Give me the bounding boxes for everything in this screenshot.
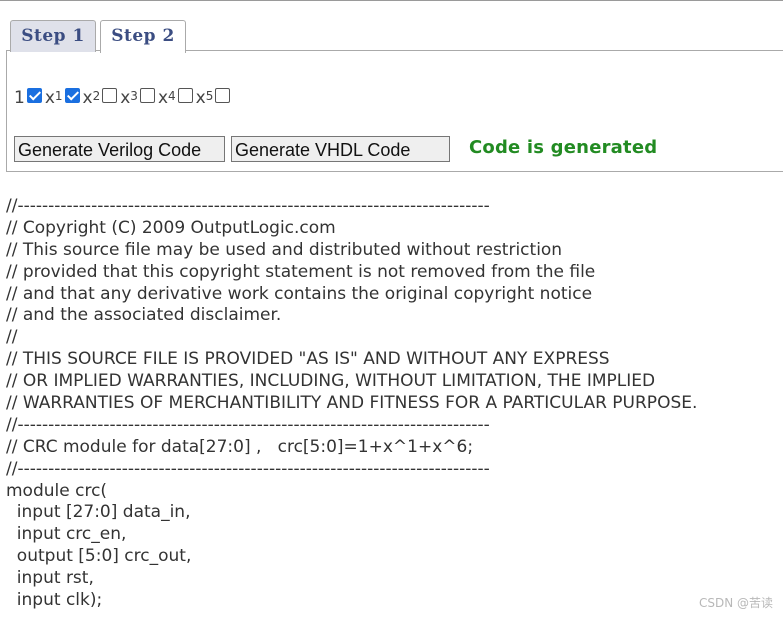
term-exponent: 3 [130, 89, 138, 103]
top-divider [0, 0, 783, 1]
code-line: // OR IMPLIED WARRANTIES, INCLUDING, WIT… [6, 371, 656, 392]
generate-verilog-button[interactable]: Generate Verilog Code [14, 136, 225, 162]
code-line: // THIS SOURCE FILE IS PROVIDED "AS IS" … [6, 349, 610, 370]
term-x1: x1 [45, 88, 63, 108]
term-x2-checkbox[interactable] [102, 87, 118, 103]
term-label: x [195, 88, 206, 108]
code-line: //--------------------------------------… [6, 196, 490, 216]
term-x1-checkbox[interactable] [64, 87, 80, 103]
tab-step-2[interactable]: Step 2 [100, 20, 186, 53]
term-label: x [120, 88, 131, 108]
code-line: input [27:0] data_in, [6, 502, 191, 523]
code-line: // and the associated disclaimer. [6, 305, 282, 326]
term-1: 1 [14, 88, 25, 108]
code-line: // Copyright (C) 2009 OutputLogic.com [6, 217, 336, 238]
code-line: input rst, [6, 568, 94, 589]
code-line: // and that any derivative work contains… [6, 283, 593, 304]
term-x4-checkbox[interactable] [177, 87, 193, 103]
code-line: input clk); [6, 590, 103, 611]
status-message: Code is generated [469, 137, 658, 158]
term-exponent: 2 [92, 89, 101, 103]
code-line: // [6, 327, 18, 348]
term-x2: x2 [83, 88, 101, 108]
term-1-checkbox[interactable] [26, 87, 42, 103]
term-exponent: 1 [54, 89, 63, 103]
code-line: // CRC module for data[27:0] , crc[5:0]=… [6, 436, 474, 457]
watermark: CSDN @苦读 [698, 596, 773, 610]
code-line: // This source file may be used and dist… [6, 239, 563, 260]
term-label: x [82, 88, 93, 108]
term-x4: x4 [158, 88, 176, 108]
generate-vhdl-button[interactable]: Generate VHDL Code [231, 136, 450, 162]
term-exponent: 5 [205, 89, 214, 103]
term-label: x [44, 88, 55, 108]
term-x3-checkbox[interactable] [139, 87, 155, 103]
term-x5-checkbox[interactable] [215, 87, 231, 103]
term-label: 1 [14, 88, 25, 108]
code-line: // WARRANTIES OF MERCHANTIBILITY AND FIT… [6, 393, 698, 414]
code-line: //--------------------------------------… [6, 414, 490, 435]
code-line: // provided that this copyright statemen… [6, 261, 596, 282]
polynomial-terms: 1 x1 x2 x3 x4 x5 [14, 86, 233, 110]
code-line: output [5:0] crc_out, [6, 546, 192, 567]
code-line: //--------------------------------------… [6, 458, 490, 479]
term-x5: x5 [196, 88, 214, 108]
term-exponent: 4 [168, 89, 176, 103]
term-label: x [157, 88, 168, 108]
tab-step-1[interactable]: Step 1 [10, 20, 96, 52]
term-x3: x3 [120, 88, 138, 108]
code-line: module crc( [6, 480, 108, 501]
code-line: input crc_en, [6, 524, 127, 545]
generated-code: //--------------------------------------… [6, 196, 697, 612]
